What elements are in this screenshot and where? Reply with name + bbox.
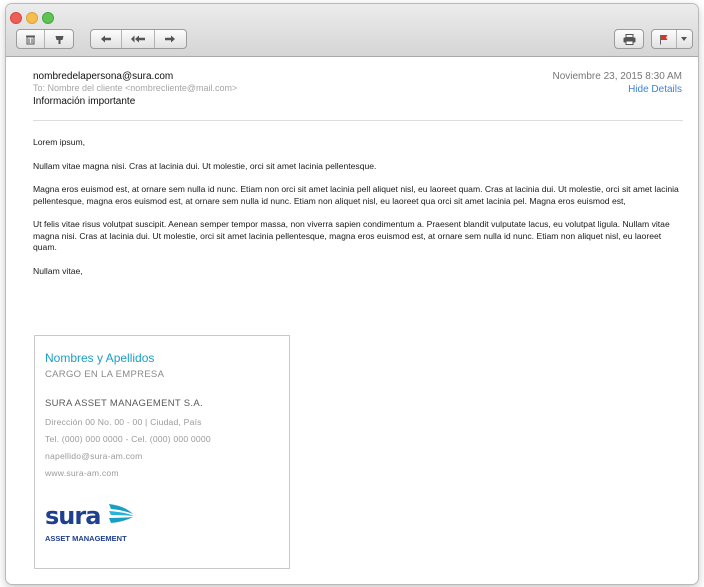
flag-group <box>651 29 693 49</box>
title-bar <box>6 4 698 57</box>
message-body: Lorem ipsum, Nullam vitae magna nisi. Cr… <box>33 137 685 289</box>
flag-icon <box>659 34 668 44</box>
signature-email-link[interactable]: napellido@sura-am.com <box>45 451 142 461</box>
dropdown-icon <box>681 37 688 41</box>
junk-button[interactable] <box>45 30 73 48</box>
body-paragraph: Lorem ipsum, <box>33 137 86 147</box>
flag-dropdown-button[interactable] <box>677 30 692 48</box>
recipient-line[interactable]: To: Nombre del cliente <nombrecliente@ma… <box>33 83 237 93</box>
logo-subtitle: ASSET MANAGEMENT <box>45 534 127 543</box>
header-divider <box>33 120 683 121</box>
hide-details-link[interactable]: Hide Details <box>628 84 682 95</box>
delete-junk-group <box>16 29 74 49</box>
flag-button[interactable] <box>652 30 677 48</box>
trash-icon <box>26 35 35 44</box>
email-signature: Nombres y Apellidos CARGO EN LA EMPRESA … <box>34 335 290 569</box>
sura-logo: sura ASSET MANAGEMENT <box>45 504 134 543</box>
close-window-button[interactable] <box>10 12 22 24</box>
zoom-window-button[interactable] <box>42 12 54 24</box>
print-icon <box>623 33 635 45</box>
body-paragraph: Nullam vitae magna nisi. Cras at lacinia… <box>33 160 377 171</box>
delete-button[interactable] <box>17 30 46 48</box>
reply-icon <box>101 35 112 43</box>
signature-address: Dirección 00 No. 00 - 00 | Ciudad, País <box>45 417 202 427</box>
minimize-window-button[interactable] <box>26 12 38 24</box>
reply-all-button[interactable] <box>122 30 155 48</box>
print-group <box>614 29 644 49</box>
logo-wing-icon <box>109 504 134 523</box>
body-paragraph: Magna eros euismod est, at ornare sem nu… <box>33 184 679 206</box>
message-viewer: nombredelapersona@sura.com To: Nombre de… <box>6 57 698 584</box>
mail-window: nombredelapersona@sura.com To: Nombre de… <box>6 4 698 584</box>
body-paragraph: Ut felis vitae risus volutpat suscipit. … <box>33 219 670 252</box>
signature-name: Nombres y Apellidos <box>45 351 155 365</box>
reply-group <box>90 29 187 49</box>
reply-all-icon <box>131 35 145 43</box>
reply-button[interactable] <box>91 30 123 48</box>
print-button[interactable] <box>615 30 643 48</box>
junk-icon <box>55 35 63 44</box>
message-subject: Información importante <box>33 96 136 107</box>
sender-address[interactable]: nombredelapersona@sura.com <box>33 71 173 82</box>
message-date: Noviembre 23, 2015 8:30 AM <box>552 71 682 82</box>
forward-icon <box>165 35 176 43</box>
forward-button[interactable] <box>155 30 186 48</box>
signature-website-link[interactable]: www.sura-am.com <box>45 468 119 478</box>
signature-company: SURA ASSET MANAGEMENT S.A. <box>45 398 203 409</box>
body-paragraph: Nullam vitae, <box>33 265 83 276</box>
signature-phone: Tel. (000) 000 0000 - Cel. (000) 000 000… <box>45 434 211 444</box>
signature-title: CARGO EN LA EMPRESA <box>45 369 165 380</box>
